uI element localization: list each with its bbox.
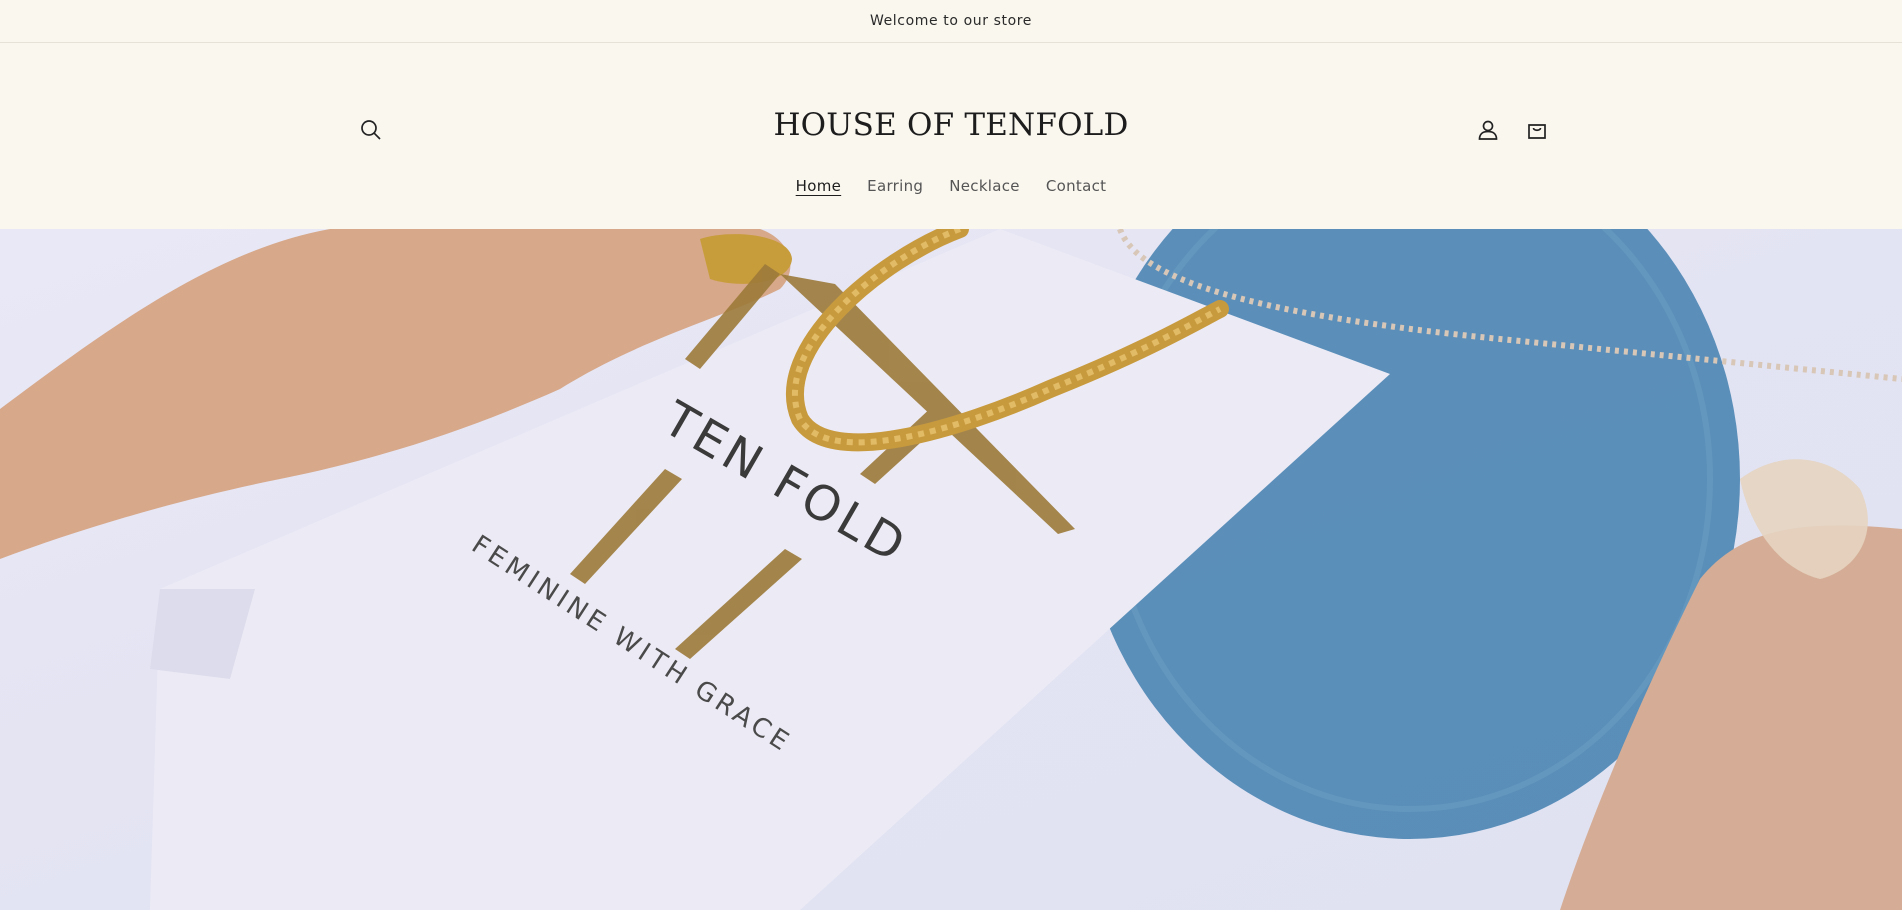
nav-link-contact[interactable]: Contact [1046, 177, 1106, 195]
store-logo[interactable]: HOUSE OF TENFOLD [0, 107, 1902, 143]
cart-button[interactable] [1520, 113, 1554, 147]
announcement-text: Welcome to our store [869, 13, 1033, 29]
nav-link-earring[interactable]: Earring [867, 177, 923, 195]
nav-link-necklace[interactable]: Necklace [949, 177, 1020, 195]
user-icon [1478, 120, 1498, 140]
nav-link-home[interactable]: Home [796, 177, 842, 195]
hero-image: TEN FOLD FEMININE WITH GRACE [0, 229, 1902, 910]
main-navigation: Home Earring Necklace Contact [0, 177, 1902, 195]
hero-banner: TEN FOLD FEMININE WITH GRACE [0, 229, 1902, 910]
shopping-bag-icon [1528, 124, 1546, 139]
account-button[interactable] [1471, 113, 1505, 147]
announcement-bar: Welcome to our store [0, 0, 1902, 43]
site-header: HOUSE OF TENFOLD Home Earring Necklace C… [0, 43, 1902, 229]
